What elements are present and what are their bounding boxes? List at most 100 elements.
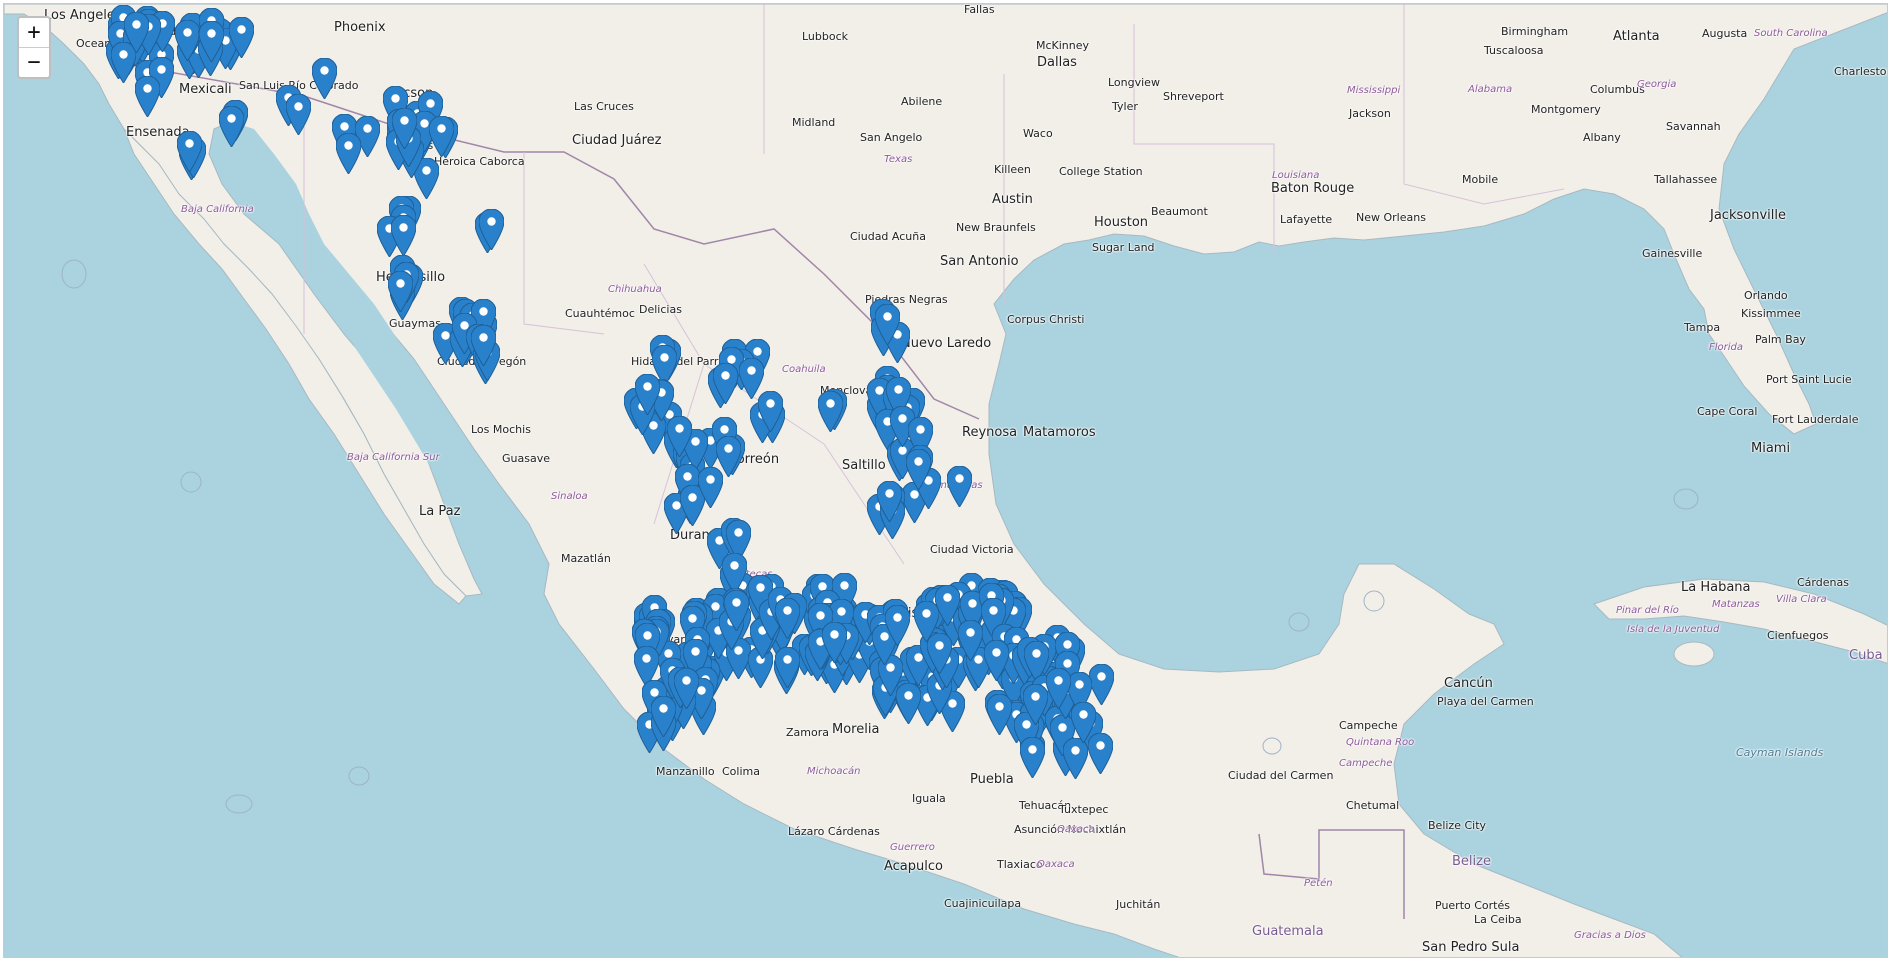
place-label: Playa del Carmen xyxy=(1437,695,1534,708)
map-marker[interactable] xyxy=(986,693,1012,735)
place-label: Oaxaca xyxy=(1057,824,1095,835)
map-marker[interactable] xyxy=(876,480,902,522)
place-label: Las Cruces xyxy=(574,100,634,113)
zoom-out-button[interactable]: − xyxy=(19,47,49,77)
map-marker[interactable] xyxy=(285,93,311,135)
map-marker[interactable] xyxy=(821,621,847,663)
place-label: Ciudad Victoria xyxy=(930,543,1014,556)
place-label: Jackson xyxy=(1349,107,1391,120)
place-label: Ciudad Acuña xyxy=(850,230,926,243)
place-label: Chihuahua xyxy=(608,284,662,295)
place-label: Cuba xyxy=(1849,648,1883,663)
map-marker[interactable] xyxy=(875,303,901,345)
map-viewport[interactable]: Los AngelesIndioPhoenixOceansideMexicali… xyxy=(3,3,1888,958)
place-label: Puebla xyxy=(970,772,1014,787)
place-label: Tallahassee xyxy=(1654,173,1718,186)
place-label: Savannah xyxy=(1666,120,1721,133)
map-marker[interactable] xyxy=(391,108,417,150)
place-label: Campeche xyxy=(1339,758,1393,769)
place-label: Charleston xyxy=(1834,65,1888,78)
place-label: Miami xyxy=(1751,441,1791,456)
place-label: Cancún xyxy=(1444,676,1493,691)
map-marker[interactable] xyxy=(713,363,739,405)
place-label: Albany xyxy=(1583,131,1621,144)
place-label: Texas xyxy=(884,154,913,165)
place-label: Cárdenas xyxy=(1797,576,1849,589)
place-label: Cape Coral xyxy=(1697,405,1758,418)
place-label: Campeche xyxy=(1339,719,1398,732)
place-label: Georgia xyxy=(1637,79,1677,90)
map-marker[interactable] xyxy=(818,390,844,432)
place-label: Quintana Roo xyxy=(1346,737,1415,748)
map-marker[interactable] xyxy=(199,20,225,62)
map-marker[interactable] xyxy=(984,640,1010,681)
map-marker[interactable] xyxy=(219,105,245,147)
place-label: Killeen xyxy=(994,163,1031,176)
place-label: Saltillo xyxy=(842,458,886,473)
place-label: San Antonio xyxy=(940,254,1019,269)
place-label: Sinaloa xyxy=(551,491,588,502)
map-marker[interactable] xyxy=(1046,668,1072,710)
map-marker[interactable] xyxy=(946,466,972,508)
map-marker[interactable] xyxy=(723,589,749,631)
place-label: Heroica Caborca xyxy=(434,155,525,168)
map-marker[interactable] xyxy=(1089,663,1115,705)
map-marker[interactable] xyxy=(1020,736,1046,778)
map-marker[interactable] xyxy=(335,132,361,174)
map-marker[interactable] xyxy=(390,215,416,257)
map-marker[interactable] xyxy=(896,683,922,725)
place-label: Lubbock xyxy=(802,30,849,43)
place-label: Louisiana xyxy=(1272,170,1320,181)
map-marker[interactable] xyxy=(470,324,496,366)
place-label: Los Mochis xyxy=(471,423,531,436)
map-marker[interactable] xyxy=(667,416,693,458)
map-marker[interactable] xyxy=(935,585,961,627)
map-marker[interactable] xyxy=(176,131,202,173)
place-label: Tuscaloosa xyxy=(1484,44,1544,57)
place-label: Baton Rouge xyxy=(1271,181,1355,196)
map-marker[interactable] xyxy=(429,116,455,158)
map-marker[interactable] xyxy=(124,12,150,54)
place-label: Mississippi xyxy=(1347,85,1401,96)
place-label: Mexicali xyxy=(179,82,232,97)
place-label: Fallas xyxy=(964,3,995,16)
place-label: Guasave xyxy=(502,452,550,465)
place-label: Lázaro Cárdenas xyxy=(788,825,880,838)
place-label: Atlanta xyxy=(1613,29,1660,44)
map-marker[interactable] xyxy=(174,19,200,61)
map-marker[interactable] xyxy=(957,619,983,661)
map-marker[interactable] xyxy=(775,646,801,688)
place-label: Delicias xyxy=(639,303,682,316)
place-label: Phoenix xyxy=(334,20,386,35)
place-label: Palm Bay xyxy=(1755,333,1806,346)
map-marker[interactable] xyxy=(1023,683,1048,725)
map-marker[interactable] xyxy=(388,271,414,312)
place-label: Cuauhtémoc xyxy=(565,307,635,320)
place-label: Fort Lauderdale xyxy=(1772,413,1859,426)
map-marker[interactable] xyxy=(674,667,700,709)
map-marker[interactable] xyxy=(905,449,931,491)
map-marker[interactable] xyxy=(1088,733,1114,775)
place-label: Beaumont xyxy=(1151,205,1208,218)
place-label: Chetumal xyxy=(1346,799,1400,812)
place-label: Houston xyxy=(1094,215,1149,230)
map-marker[interactable] xyxy=(479,209,505,251)
place-label: Nuevo Laredo xyxy=(901,336,992,351)
map-marker[interactable] xyxy=(229,16,255,58)
map-marker[interactable] xyxy=(651,696,677,738)
map-marker[interactable] xyxy=(634,373,660,415)
place-label: Gracias a Dios xyxy=(1574,930,1646,941)
map-marker[interactable] xyxy=(312,58,337,99)
place-label: Jacksonville xyxy=(1710,208,1786,223)
map-marker[interactable] xyxy=(698,467,723,509)
place-label: Morelia xyxy=(832,722,880,737)
map-marker[interactable] xyxy=(885,605,911,647)
place-label: Sugar Land xyxy=(1092,241,1155,254)
place-label: Manzanillo xyxy=(656,765,715,778)
place-label: Zamora xyxy=(786,726,829,739)
map-marker[interactable] xyxy=(775,598,801,640)
map-marker[interactable] xyxy=(135,75,161,117)
place-label: Mobile xyxy=(1462,173,1499,186)
map-marker[interactable] xyxy=(758,391,784,433)
zoom-in-button[interactable]: + xyxy=(19,18,49,47)
